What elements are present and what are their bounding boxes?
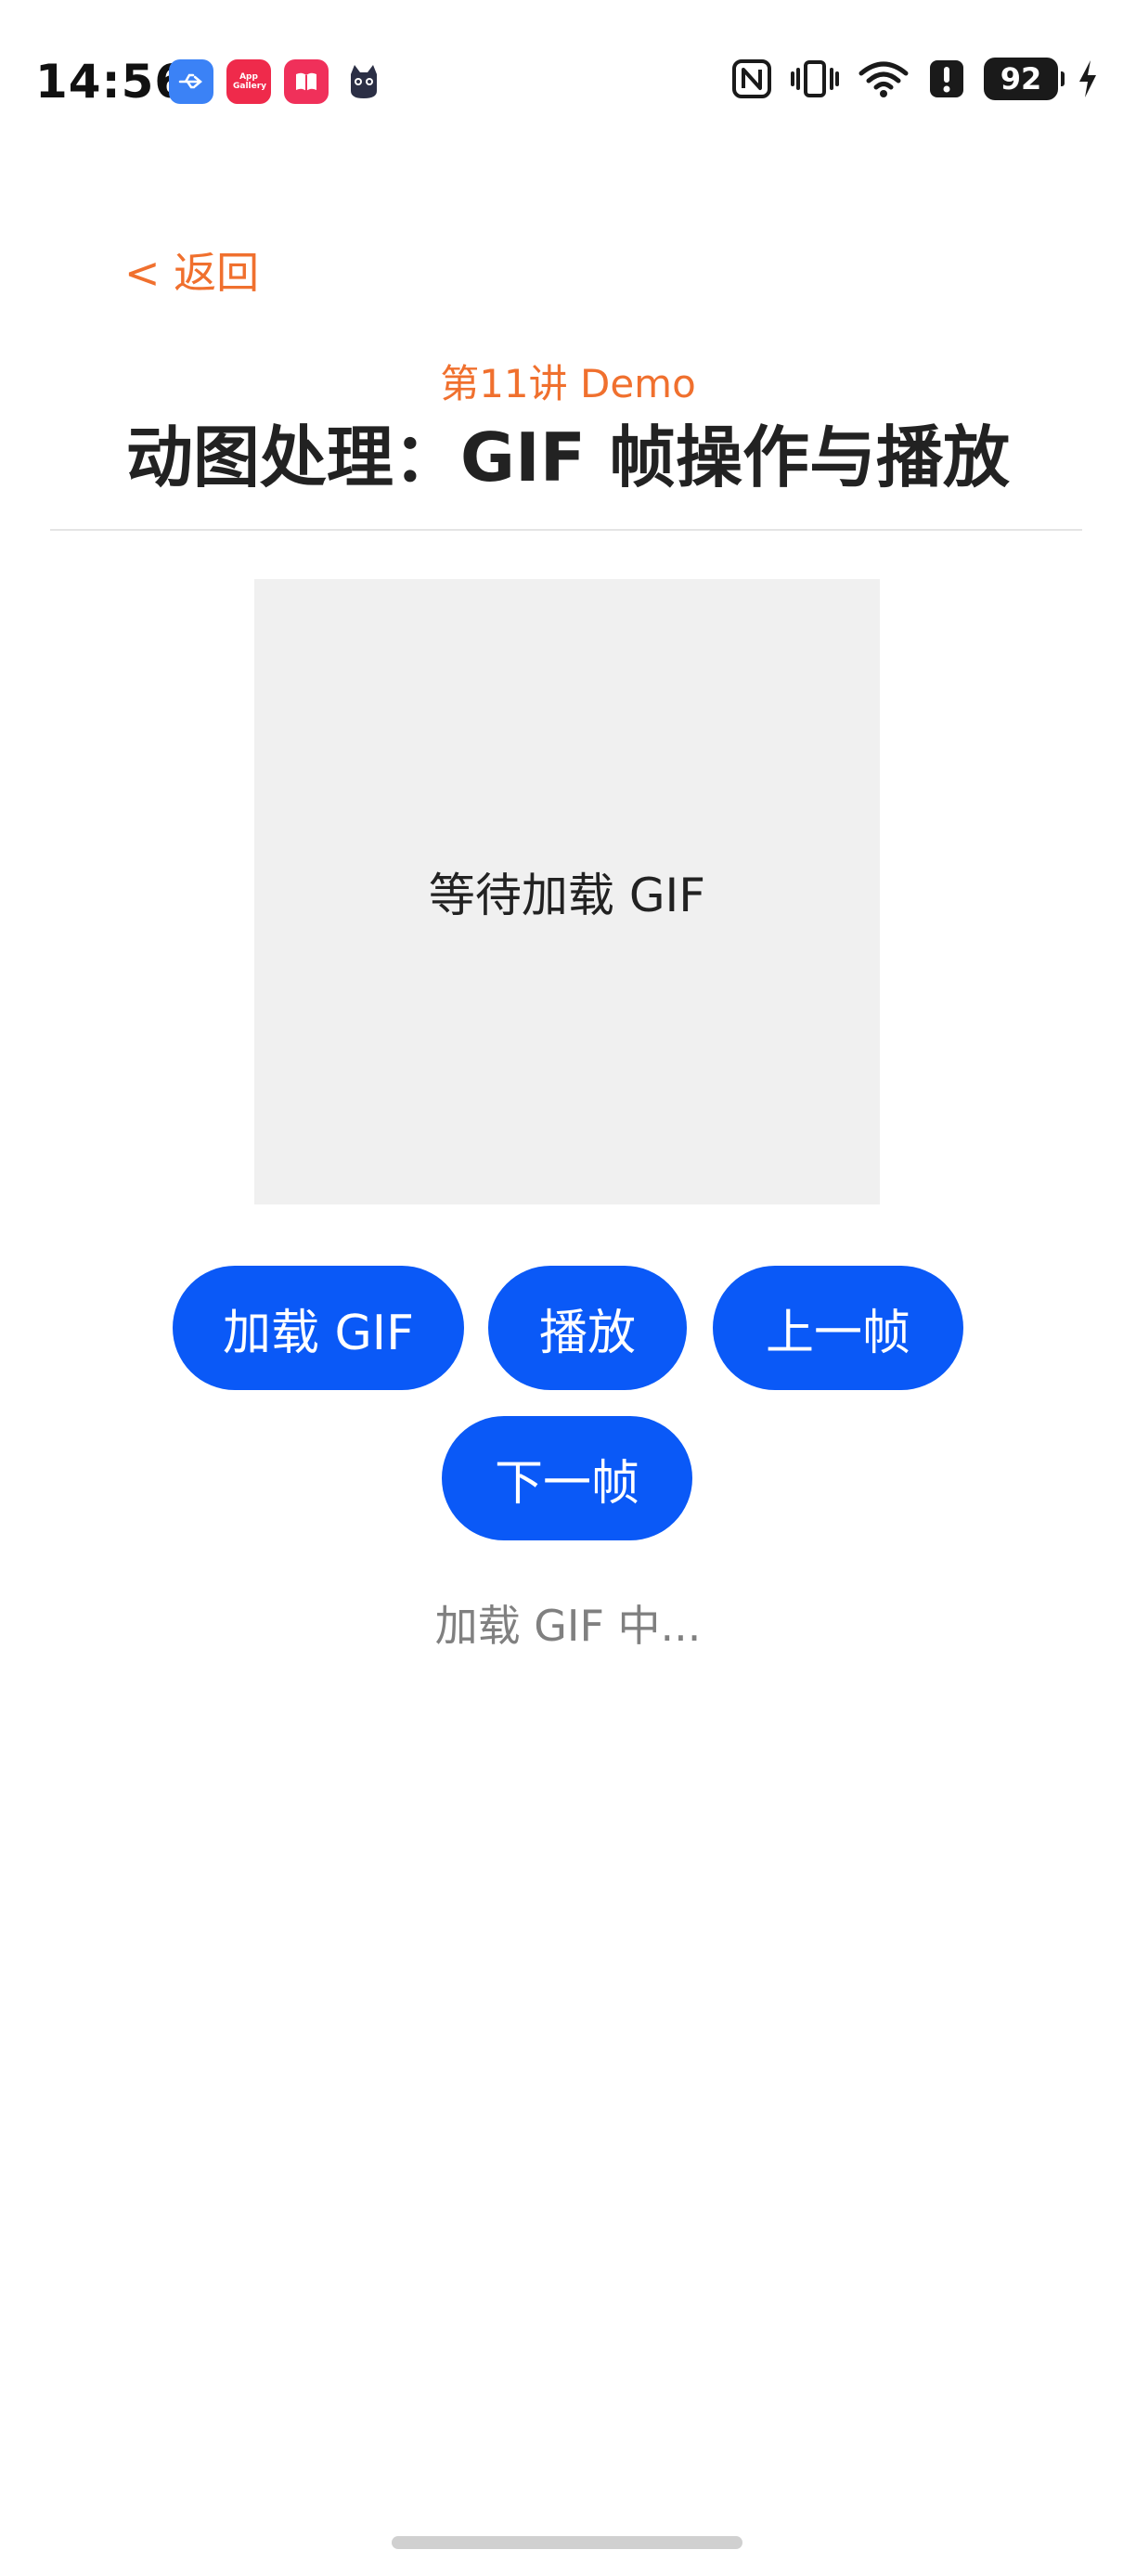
header-divider	[50, 529, 1082, 531]
lesson-subtitle: 第11讲 Demo	[440, 361, 696, 406]
alert-icon	[930, 60, 963, 97]
vibrate-icon	[791, 60, 839, 97]
play-button[interactable]: 播放	[488, 1266, 687, 1390]
nfc-icon	[732, 59, 771, 98]
app-gallery-icon: App Gallery	[226, 59, 271, 104]
status-time: 14:56	[35, 55, 188, 109]
charging-icon	[1079, 60, 1096, 97]
preview-placeholder: 等待加载 GIF	[428, 869, 706, 922]
previous-frame-button[interactable]: 上一帧	[713, 1266, 963, 1390]
status-message: 加载 GIF 中...	[434, 1601, 702, 1651]
notification-icons: App Gallery	[169, 59, 386, 104]
book-icon	[284, 59, 329, 104]
app-gallery-label: App Gallery	[233, 72, 267, 91]
battery-icon: 92	[984, 58, 1065, 100]
status-bar: 14:56 App Gallery 92	[0, 0, 1136, 167]
wifi-icon	[858, 61, 909, 97]
app-screen: 14:56 App Gallery 92 < 返回 第11讲 Demo 动图处理…	[0, 0, 1136, 2576]
load-gif-button[interactable]: 加载 GIF	[173, 1266, 464, 1390]
battery-level: 92	[1000, 61, 1042, 97]
page-title: 动图处理：GIF 帧操作与播放	[125, 419, 1011, 496]
cat-app-icon	[342, 59, 386, 104]
back-button[interactable]: < 返回	[124, 243, 259, 303]
home-indicator[interactable]	[392, 2536, 742, 2549]
usb-icon	[169, 59, 213, 104]
status-right-icons: 92	[731, 58, 1099, 100]
gif-preview: 等待加载 GIF	[254, 579, 880, 1204]
next-frame-button[interactable]: 下一帧	[442, 1416, 692, 1540]
